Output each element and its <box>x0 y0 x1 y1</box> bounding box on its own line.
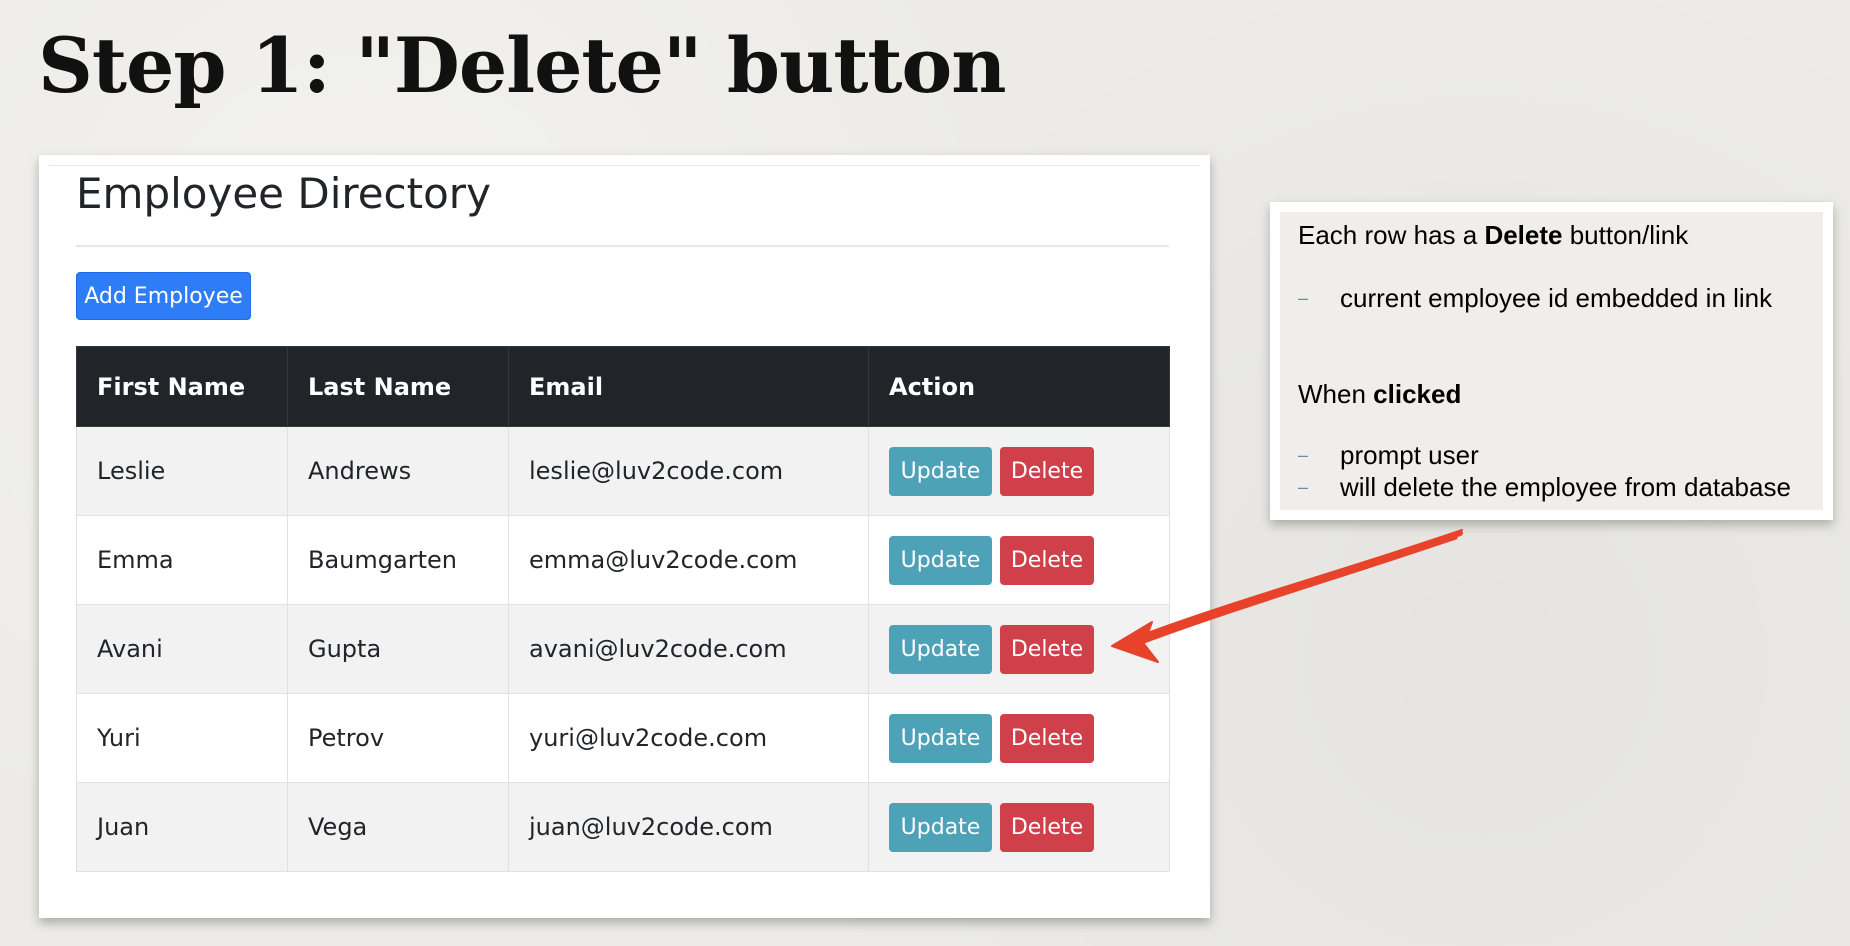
annotation-arrow-icon <box>1111 529 1463 663</box>
